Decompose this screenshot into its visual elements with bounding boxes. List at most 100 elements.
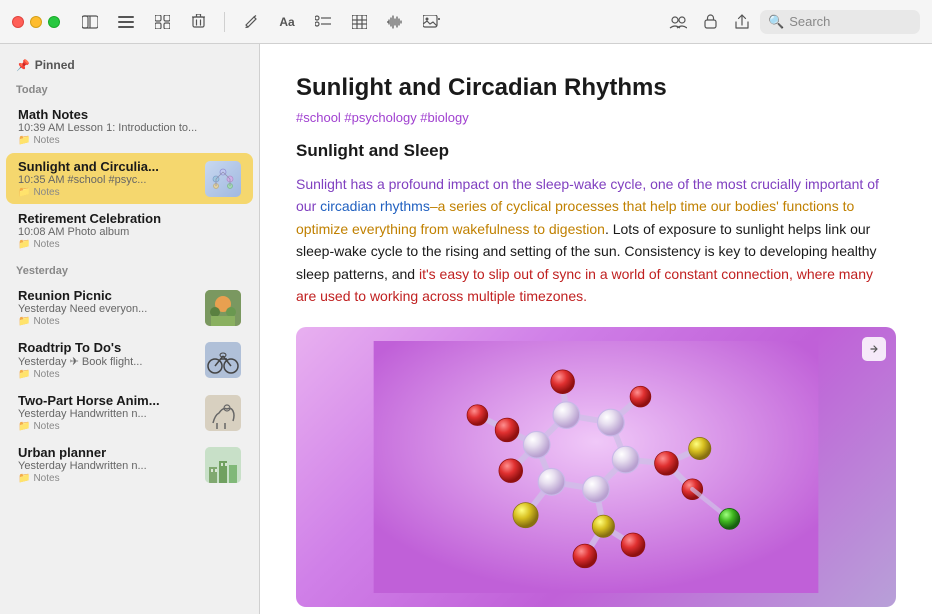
- note-thumbnail-picnic: [205, 290, 241, 326]
- folder-icon: 📁: [18, 187, 30, 198]
- note-preview: #school #psyc...: [68, 174, 147, 186]
- sidebar-toggle-button[interactable]: [76, 8, 104, 36]
- share-button[interactable]: [728, 8, 756, 36]
- note-meta: 10:39 AM Lesson 1: Introduction to...: [18, 122, 241, 134]
- note-folder: 📁 Notes: [18, 316, 197, 327]
- note-meta: 10:35 AM #school #psyc...: [18, 174, 197, 186]
- note-folder: 📁 Notes: [18, 187, 197, 198]
- note-item-retirement[interactable]: Retirement Celebration 10:08 AM Photo al…: [6, 205, 253, 256]
- lock-button[interactable]: [696, 8, 724, 36]
- editor-subtitle: Sunlight and Sleep: [296, 141, 896, 161]
- note-item-sunlight-circadian[interactable]: Sunlight and Circulia... 10:35 AM #schoo…: [6, 153, 253, 204]
- note-title: Retirement Celebration: [18, 211, 241, 226]
- molecule-visualization: [326, 341, 866, 593]
- note-title: Roadtrip To Do's: [18, 340, 197, 355]
- note-title: Math Notes: [18, 107, 241, 122]
- folder-name: Notes: [33, 135, 59, 146]
- body-text-blue-circadian: circadian rhythms: [320, 198, 430, 214]
- note-info: Math Notes 10:39 AM Lesson 1: Introducti…: [18, 107, 241, 146]
- pinned-label: Pinned: [35, 58, 75, 72]
- note-time: 10:08 AM: [18, 226, 64, 238]
- folder-icon: 📁: [18, 316, 30, 327]
- folder-icon: 📁: [18, 369, 30, 380]
- collaborate-button[interactable]: [664, 8, 692, 36]
- note-info: Sunlight and Circulia... 10:35 AM #schoo…: [18, 159, 197, 198]
- insert-media-button[interactable]: [417, 8, 445, 36]
- note-preview: ✈ Book flight...: [70, 356, 143, 368]
- traffic-lights: [12, 16, 60, 28]
- note-info: Urban planner Yesterday Handwritten n...…: [18, 445, 197, 484]
- note-info: Reunion Picnic Yesterday Need everyon...…: [18, 288, 197, 327]
- today-header: Today: [0, 76, 259, 100]
- note-preview: Handwritten n...: [70, 460, 147, 472]
- pin-icon: 📌: [16, 59, 30, 72]
- note-item-math-notes[interactable]: Math Notes 10:39 AM Lesson 1: Introducti…: [6, 101, 253, 152]
- note-meta: Yesterday Handwritten n...: [18, 460, 197, 472]
- note-item-reunion-picnic[interactable]: Reunion Picnic Yesterday Need everyon...…: [6, 282, 253, 333]
- note-time: 10:35 AM: [18, 174, 64, 186]
- folder-name: Notes: [33, 187, 59, 198]
- note-item-urban-planner[interactable]: Urban planner Yesterday Handwritten n...…: [6, 439, 253, 490]
- note-preview: Need everyon...: [70, 303, 148, 315]
- table-button[interactable]: [345, 8, 373, 36]
- note-title: Sunlight and Circulia...: [18, 159, 197, 174]
- note-thumbnail-urban: [205, 447, 241, 483]
- folder-name: Notes: [33, 369, 59, 380]
- folder-icon: 📁: [18, 473, 30, 484]
- search-icon: 🔍: [768, 14, 784, 30]
- note-info: Retirement Celebration 10:08 AM Photo al…: [18, 211, 241, 250]
- note-folder: 📁 Notes: [18, 369, 197, 380]
- trash-button[interactable]: [184, 8, 212, 36]
- folder-name: Notes: [33, 473, 59, 484]
- note-folder: 📁 Notes: [18, 421, 197, 432]
- note-meta: Yesterday Handwritten n...: [18, 408, 197, 420]
- editor[interactable]: Sunlight and Circadian Rhythms #school #…: [260, 44, 932, 614]
- note-item-horse-anim[interactable]: Two-Part Horse Anim... Yesterday Handwri…: [6, 387, 253, 438]
- compose-button[interactable]: [237, 8, 265, 36]
- note-title: Two-Part Horse Anim...: [18, 393, 197, 408]
- editor-body: Sunlight has a profound impact on the sl…: [296, 173, 896, 307]
- editor-tags: #school #psychology #biology: [296, 110, 896, 125]
- note-item-roadtrip[interactable]: Roadtrip To Do's Yesterday ✈ Book flight…: [6, 334, 253, 386]
- note-time: 10:39 AM: [18, 122, 64, 134]
- note-preview: Handwritten n...: [70, 408, 147, 420]
- grid-view-button[interactable]: [148, 8, 176, 36]
- note-thumbnail-horse: [205, 395, 241, 431]
- note-folder: 📁 Notes: [18, 239, 241, 250]
- audio-button[interactable]: [381, 8, 409, 36]
- folder-name: Notes: [33, 239, 59, 250]
- font-button[interactable]: Aa: [273, 8, 301, 36]
- minimize-button[interactable]: [30, 16, 42, 28]
- titlebar: Aa: [0, 0, 932, 44]
- sidebar: 📌 Pinned Today Math Notes 10:39 AM Lesso…: [0, 44, 260, 614]
- note-time: Yesterday: [18, 408, 67, 420]
- note-folder: 📁 Notes: [18, 135, 241, 146]
- note-time: Yesterday: [18, 460, 67, 472]
- note-title: Reunion Picnic: [18, 288, 197, 303]
- note-preview: Lesson 1: Introduction to...: [68, 122, 198, 134]
- main-content: 📌 Pinned Today Math Notes 10:39 AM Lesso…: [0, 44, 932, 614]
- molecule-image-container: [296, 327, 896, 607]
- toolbar-right: 🔍 Search: [664, 8, 920, 36]
- note-meta: Yesterday Need everyon...: [18, 303, 197, 315]
- folder-name: Notes: [33, 316, 59, 327]
- note-info: Two-Part Horse Anim... Yesterday Handwri…: [18, 393, 197, 432]
- fullscreen-button[interactable]: [48, 16, 60, 28]
- list-view-button[interactable]: [112, 8, 140, 36]
- note-title: Urban planner: [18, 445, 197, 460]
- editor-title: Sunlight and Circadian Rhythms: [296, 74, 896, 102]
- close-button[interactable]: [12, 16, 24, 28]
- yesterday-header: Yesterday: [0, 257, 259, 281]
- folder-icon: 📁: [18, 135, 30, 146]
- note-folder: 📁 Notes: [18, 473, 197, 484]
- checklist-button[interactable]: [309, 8, 337, 36]
- note-meta: Yesterday ✈ Book flight...: [18, 355, 197, 368]
- pinned-header: 📌 Pinned: [0, 52, 259, 76]
- search-bar[interactable]: 🔍 Search: [760, 10, 920, 34]
- note-info: Roadtrip To Do's Yesterday ✈ Book flight…: [18, 340, 197, 380]
- note-thumbnail-bike: [205, 342, 241, 378]
- note-thumbnail-molecule: [205, 161, 241, 197]
- image-expand-button[interactable]: [862, 337, 886, 361]
- note-preview: Photo album: [68, 226, 130, 238]
- folder-icon: 📁: [18, 239, 30, 250]
